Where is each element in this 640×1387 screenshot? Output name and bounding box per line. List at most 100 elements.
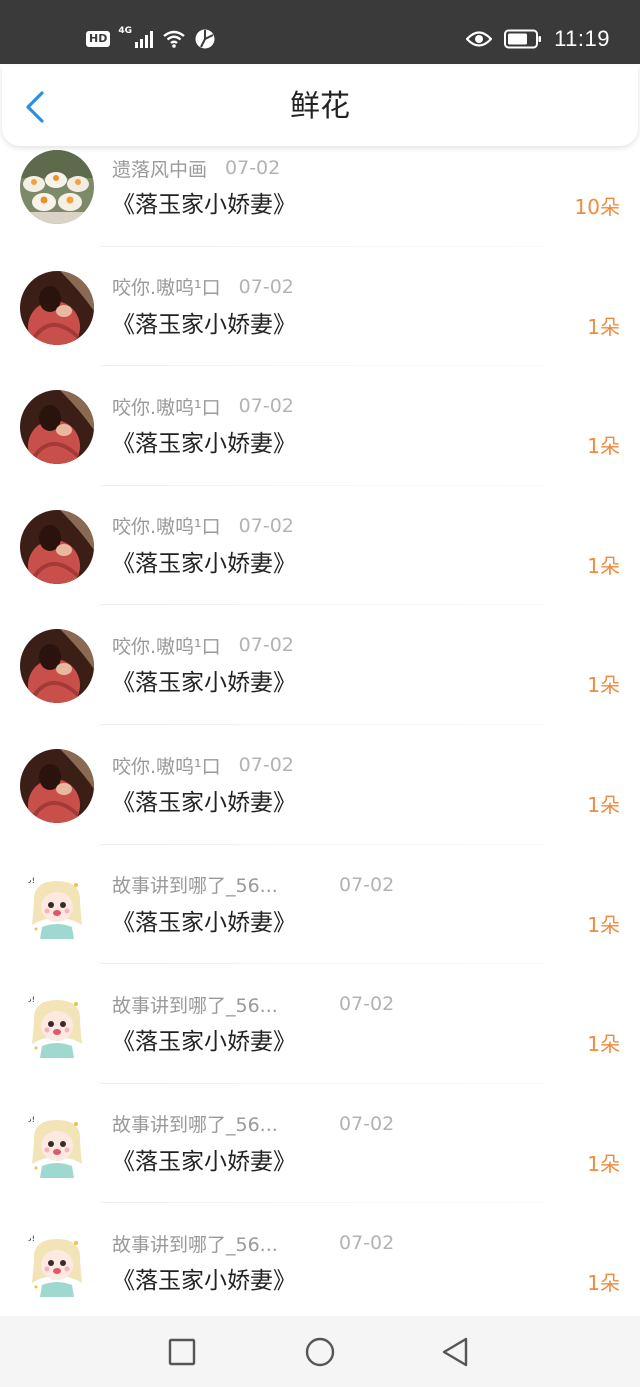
book-title: 《落玉家小娇妻》 xyxy=(112,1268,296,1295)
book-title: 《落玉家小娇妻》 xyxy=(112,192,296,218)
avatar[interactable]: ó! xyxy=(20,868,94,943)
list-item[interactable]: 咬你.嗷呜¹口 07-02 《落玉家小娇妻》 1朵 xyxy=(0,744,640,864)
item-meta: 遗落风中画 07-02 xyxy=(112,156,281,181)
avatar[interactable] xyxy=(20,629,94,704)
svg-text:ó!: ó! xyxy=(26,1233,35,1244)
gift-date: 07-02 xyxy=(339,1232,395,1255)
user-name: 咬你.嗷呜¹口 xyxy=(112,635,221,658)
book-title: 《落玉家小娇妻》 xyxy=(112,909,296,936)
gift-date: 07-02 xyxy=(339,1112,395,1135)
user-name: 遗落风中画 xyxy=(112,158,208,181)
book-title: 《落玉家小娇妻》 xyxy=(112,790,296,816)
gift-date: 07-02 xyxy=(238,395,294,418)
hd-badge: HD xyxy=(86,31,111,47)
list-item[interactable]: ó! 故事讲到哪了_56... 07-02 《落玉家小娇妻》 1朵 xyxy=(0,983,640,1103)
svg-text:ó!: ó! xyxy=(26,875,35,886)
flower-count: 1朵 xyxy=(587,434,620,459)
avatar[interactable] xyxy=(20,390,94,465)
avatar[interactable]: ó! xyxy=(20,988,94,1063)
flower-count: 1朵 xyxy=(587,1271,620,1296)
item-meta: 咬你.嗷呜¹口 07-02 xyxy=(112,275,294,300)
eye-icon xyxy=(466,31,493,47)
gift-date: 07-02 xyxy=(339,873,395,896)
avatar[interactable] xyxy=(20,150,94,224)
item-meta: 故事讲到哪了_56... 07-02 xyxy=(112,873,395,898)
flower-count: 1朵 xyxy=(587,314,620,339)
gift-date: 07-02 xyxy=(225,157,281,179)
user-name: 咬你.嗷呜¹口 xyxy=(112,755,221,778)
navigation-bar xyxy=(0,1316,640,1387)
gift-date: 07-02 xyxy=(238,514,294,537)
user-name: 咬你.嗷呜¹口 xyxy=(112,396,221,419)
signal-icon xyxy=(135,31,153,48)
gift-list[interactable]: 遗落风中画 07-02 《落玉家小娇妻》 10朵咬你.嗷呜¹口 07-02 《落玉家小娇妻… xyxy=(0,146,640,1316)
list-item[interactable]: 咬你.嗷呜¹口 07-02 《落玉家小娇妻》 1朵 xyxy=(0,266,640,386)
gift-date: 07-02 xyxy=(238,634,294,657)
item-meta: 咬你.嗷呜¹口 07-02 xyxy=(112,514,294,539)
circle-icon xyxy=(305,1337,335,1367)
list-item[interactable]: ó! 故事讲到哪了_56... 07-02 《落玉家小娇妻》 1朵 xyxy=(0,864,640,984)
clock: 11:19 xyxy=(554,26,610,51)
item-meta: 咬你.嗷呜¹口 07-02 xyxy=(112,753,294,778)
book-title: 《落玉家小娇妻》 xyxy=(112,1029,296,1056)
nav-back-button[interactable] xyxy=(437,1334,473,1370)
user-name: 咬你.嗷呜¹口 xyxy=(112,516,221,539)
flower-count: 1朵 xyxy=(587,673,620,698)
user-name: 故事讲到哪了_56... xyxy=(112,875,278,898)
svg-text:ó!: ó! xyxy=(26,1114,35,1125)
book-title: 《落玉家小娇妻》 xyxy=(112,1148,296,1175)
user-name: 故事讲到哪了_56... xyxy=(112,1233,278,1256)
gift-date: 07-02 xyxy=(238,754,294,776)
status-bar: HD 4G 11:19 xyxy=(0,0,640,64)
flower-count: 1朵 xyxy=(587,1032,620,1057)
avatar[interactable] xyxy=(20,749,94,823)
wifi-icon xyxy=(163,30,185,48)
data-saver-icon xyxy=(195,29,215,49)
avatar[interactable] xyxy=(20,270,94,345)
network-type-label: 4G xyxy=(118,26,132,36)
flower-count: 1朵 xyxy=(587,553,620,578)
avatar[interactable]: ó! xyxy=(20,1107,94,1182)
list-item[interactable]: 咬你.嗷呜¹口 07-02 《落玉家小娇妻》 1朵 xyxy=(0,505,640,625)
row-divider xyxy=(100,604,544,606)
book-title: 《落玉家小娇妻》 xyxy=(112,670,296,697)
row-divider xyxy=(100,843,544,845)
flower-count: 1朵 xyxy=(587,912,620,937)
svg-text:ó!: ó! xyxy=(26,994,35,1005)
page-title: 鲜花 xyxy=(290,89,350,124)
list-item[interactable]: ó! 故事讲到哪了_56... 07-02 《落玉家小娇妻》 1朵 xyxy=(0,1222,640,1316)
triangle-back-icon xyxy=(442,1337,468,1367)
flower-count: 1朵 xyxy=(587,1151,620,1176)
row-divider xyxy=(100,963,544,965)
gift-date: 07-02 xyxy=(339,993,395,1016)
item-meta: 咬你.嗷呜¹口 07-02 xyxy=(112,633,294,658)
item-meta: 咬你.嗷呜¹口 07-02 xyxy=(112,394,294,419)
list-item[interactable]: 咬你.嗷呜¹口 07-02 《落玉家小娇妻》 1朵 xyxy=(0,624,640,744)
row-divider xyxy=(100,1202,544,1204)
status-left: HD 4G xyxy=(86,24,216,54)
row-divider xyxy=(100,365,544,367)
flower-count: 1朵 xyxy=(587,793,620,817)
row-divider xyxy=(100,723,544,725)
book-title: 《落玉家小娇妻》 xyxy=(112,550,296,577)
book-title: 《落玉家小娇妻》 xyxy=(112,311,296,338)
row-divider xyxy=(100,1082,544,1084)
row-divider xyxy=(100,484,544,486)
user-name: 故事讲到哪了_56... xyxy=(112,994,278,1017)
user-name: 故事讲到哪了_56... xyxy=(112,1114,278,1137)
nav-home-button[interactable] xyxy=(302,1334,338,1370)
list-item[interactable]: ó! 故事讲到哪了_56... 07-02 《落玉家小娇妻》 1朵 xyxy=(0,1103,640,1223)
item-meta: 故事讲到哪了_56... 07-02 xyxy=(112,1231,395,1256)
header: 鲜花 xyxy=(2,66,638,146)
item-meta: 故事讲到哪了_56... 07-02 xyxy=(112,992,395,1017)
flower-count: 10朵 xyxy=(574,195,620,219)
nav-recent-button[interactable] xyxy=(164,1334,200,1370)
square-icon xyxy=(168,1338,196,1366)
avatar[interactable] xyxy=(20,509,94,584)
row-divider xyxy=(100,245,544,247)
list-item[interactable]: 遗落风中画 07-02 《落玉家小娇妻》 10朵 xyxy=(0,146,640,266)
list-item[interactable]: 咬你.嗷呜¹口 07-02 《落玉家小娇妻》 1朵 xyxy=(0,385,640,505)
status-right: 11:19 xyxy=(466,24,610,54)
avatar[interactable]: ó! xyxy=(20,1227,94,1302)
user-name: 咬你.嗷呜¹口 xyxy=(112,277,221,300)
